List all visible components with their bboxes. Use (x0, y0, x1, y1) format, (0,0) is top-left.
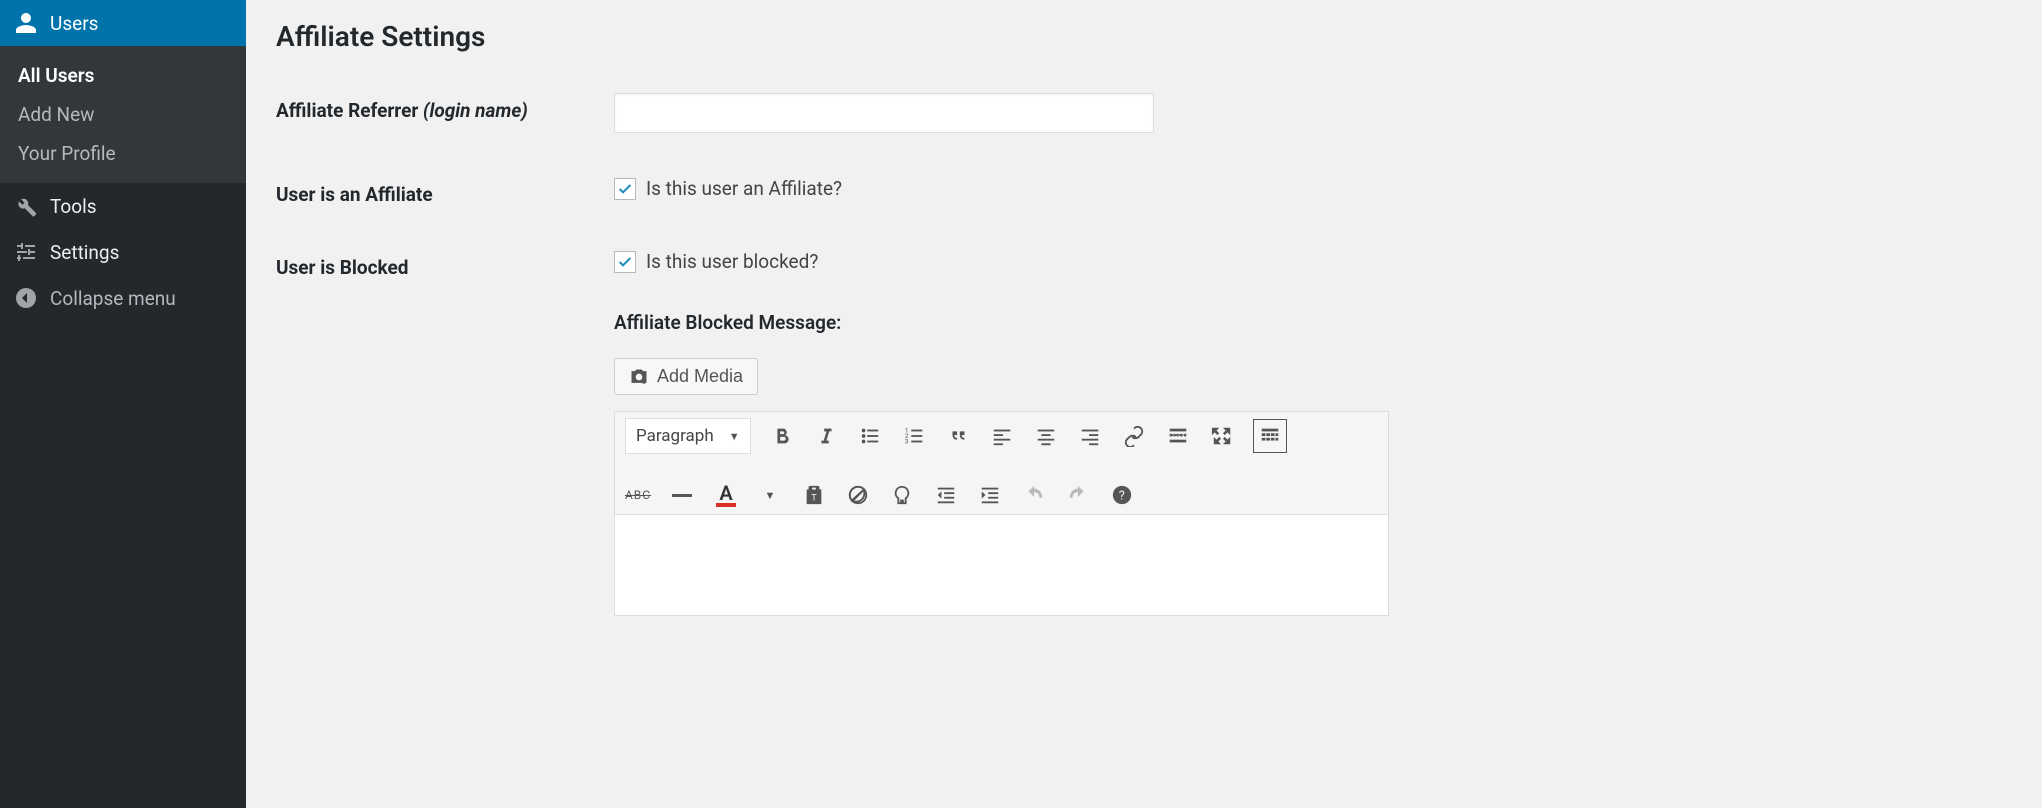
check-icon (617, 254, 633, 270)
sidebar-item-tools[interactable]: Tools (0, 183, 246, 229)
is-affiliate-checkbox-label: Is this user an Affiliate? (646, 177, 842, 200)
admin-sidebar: Users All Users Add New Your Profile Too… (0, 0, 246, 808)
sliders-icon (14, 240, 38, 264)
outdent-button[interactable] (933, 482, 959, 508)
sidebar-item-label: Tools (50, 195, 97, 218)
numbered-list-button[interactable]: 123 (901, 423, 927, 449)
is-blocked-checkbox[interactable] (614, 251, 636, 273)
text-color-dropdown[interactable]: ▼ (757, 482, 783, 508)
label-user-is-blocked: User is Blocked (276, 250, 614, 279)
row-affiliate-referrer: Affiliate Referrer (login name) (276, 93, 2012, 133)
undo-button[interactable] (1021, 482, 1047, 508)
row-user-is-affiliate: User is an Affiliate Is this user an Aff… (276, 177, 2012, 206)
add-media-button[interactable]: Add Media (614, 358, 758, 395)
special-character-button[interactable] (889, 482, 915, 508)
text-color-button[interactable]: A (713, 482, 739, 508)
main-content: Affiliate Settings Affiliate Referrer (l… (246, 0, 2042, 808)
svg-text:?: ? (1119, 489, 1125, 504)
submenu-all-users[interactable]: All Users (0, 56, 246, 95)
fullscreen-button[interactable] (1209, 423, 1235, 449)
user-icon (14, 11, 38, 35)
align-left-button[interactable] (989, 423, 1015, 449)
label-user-is-affiliate: User is an Affiliate (276, 177, 614, 206)
check-icon (617, 181, 633, 197)
wrench-icon (14, 194, 38, 218)
affiliate-referrer-input[interactable] (614, 93, 1154, 133)
strikethrough-button[interactable]: ABC (625, 482, 651, 508)
page-title: Affiliate Settings (276, 20, 2012, 53)
sidebar-item-label: Settings (50, 241, 119, 264)
italic-button[interactable] (813, 423, 839, 449)
help-button[interactable]: ? (1109, 482, 1135, 508)
is-blocked-checkbox-label: Is this user blocked? (646, 250, 818, 273)
bullet-list-button[interactable] (857, 423, 883, 449)
blocked-message-label: Affiliate Blocked Message: (614, 311, 2012, 334)
format-select[interactable]: Paragraph (625, 418, 751, 454)
svg-text:3: 3 (905, 437, 909, 445)
align-right-button[interactable] (1077, 423, 1103, 449)
collapse-menu[interactable]: Collapse menu (0, 275, 246, 321)
sidebar-item-settings[interactable]: Settings (0, 229, 246, 275)
row-user-is-blocked: User is Blocked Is this user blocked? Af… (276, 250, 2012, 616)
editor-toolbar-row-2: ABC A ▼ T ? (625, 472, 1378, 508)
toolbar-toggle-button[interactable] (1253, 419, 1287, 453)
collapse-icon (14, 286, 38, 310)
align-center-button[interactable] (1033, 423, 1059, 449)
label-affiliate-referrer: Affiliate Referrer (login name) (276, 93, 614, 122)
submenu-your-profile[interactable]: Your Profile (0, 134, 246, 173)
sidebar-item-users[interactable]: Users (0, 0, 246, 46)
bold-button[interactable] (769, 423, 795, 449)
blockquote-button[interactable] (945, 423, 971, 449)
horizontal-rule-button[interactable] (669, 482, 695, 508)
sidebar-item-label: Users (50, 12, 98, 35)
users-submenu: All Users Add New Your Profile (0, 46, 246, 183)
wysiwyg-editor: Paragraph 123 ABC (614, 411, 1389, 616)
paste-text-button[interactable]: T (801, 482, 827, 508)
indent-button[interactable] (977, 482, 1003, 508)
svg-text:T: T (811, 494, 817, 504)
read-more-button[interactable] (1165, 423, 1191, 449)
editor-content[interactable] (615, 515, 1388, 615)
submenu-add-new[interactable]: Add New (0, 95, 246, 134)
sidebar-item-label: Collapse menu (50, 287, 176, 310)
clear-formatting-button[interactable] (845, 482, 871, 508)
link-button[interactable] (1121, 423, 1147, 449)
editor-toolbar: Paragraph 123 ABC (615, 412, 1388, 515)
is-affiliate-checkbox[interactable] (614, 178, 636, 200)
redo-button[interactable] (1065, 482, 1091, 508)
camera-icon (629, 367, 649, 387)
